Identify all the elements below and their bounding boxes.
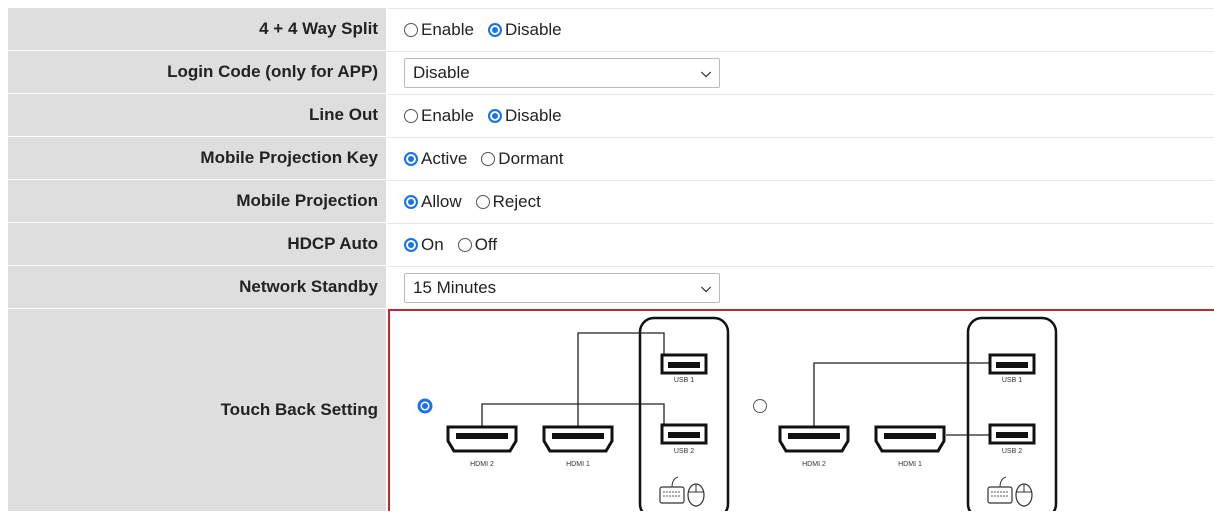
radio-mpkey-active[interactable]: Active <box>404 149 467 169</box>
value-touch: HDMI 2 HDMI 1 USB 1 USB 2 HDMI 2 HDMI 1 … <box>388 309 1214 511</box>
label-login: Login Code (only for APP) <box>8 51 388 93</box>
radio-circle[interactable] <box>475 194 490 209</box>
mouse-icon <box>687 483 705 507</box>
hdmi-port-icon <box>446 425 518 453</box>
hdmi2-label: HDMI 2 <box>470 461 494 468</box>
value-hdcp: On Off <box>388 223 1214 265</box>
usb-hub-box <box>966 316 1058 511</box>
row-standby: Network Standby 15 Minutes ⌵ <box>8 266 1214 309</box>
radio-hdcp-on[interactable]: On <box>404 235 444 255</box>
hdmi-port-icon <box>874 425 946 453</box>
row-hdcp: HDCP Auto On Off <box>8 223 1214 266</box>
radio-circle[interactable] <box>404 194 418 209</box>
label-touch: Touch Back Setting <box>8 309 388 511</box>
radio-circle[interactable] <box>404 237 418 252</box>
radio-split-disable[interactable]: Disable <box>487 19 562 40</box>
value-lineout: Enable Disable <box>388 94 1214 136</box>
value-mpkey: Active Dormant <box>388 137 1214 179</box>
usb-hub-box <box>638 316 730 511</box>
radio-label: Enable <box>421 105 474 125</box>
radio-circle[interactable] <box>404 22 418 37</box>
radio-label: Disable <box>504 105 562 125</box>
select-value: 15 Minutes <box>413 277 497 297</box>
usb-port-icon <box>988 423 1036 445</box>
radio-circle[interactable] <box>404 108 418 123</box>
usb-port-icon <box>660 353 708 375</box>
label-standby: Network Standby <box>8 266 388 308</box>
label-lineout: Line Out <box>8 94 388 136</box>
radio-label: Disable <box>504 19 562 39</box>
login-code-select[interactable]: Disable ⌵ <box>404 57 720 88</box>
radio-lineout-enable[interactable]: Enable <box>404 106 474 126</box>
label-mproj: Mobile Projection <box>8 180 388 222</box>
row-lineout: Line Out Enable Disable <box>8 94 1214 137</box>
radio-circle[interactable] <box>404 151 418 166</box>
radio-label: Allow <box>421 191 462 211</box>
usb1-label: USB 1 <box>1002 377 1022 384</box>
chevron-down-icon: ⌵ <box>701 64 711 80</box>
hdmi1-label: HDMI 1 <box>898 461 922 468</box>
radio-circle[interactable] <box>481 151 496 166</box>
hdmi-port-icon <box>778 425 850 453</box>
value-standby: 15 Minutes ⌵ <box>388 266 1214 308</box>
radio-label: Off <box>474 234 498 254</box>
radio-mpkey-dormant[interactable]: Dormant <box>481 149 563 169</box>
value-login: Disable ⌵ <box>388 51 1214 93</box>
radio-label: On <box>421 234 444 254</box>
label-split: 4 + 4 Way Split <box>8 8 388 50</box>
radio-hdcp-off[interactable]: Off <box>457 234 498 255</box>
radio-touch-option1[interactable] <box>417 398 433 414</box>
radio-touch-option2[interactable] <box>753 399 767 413</box>
radio-label: Dormant <box>498 148 564 168</box>
radio-circle[interactable] <box>487 108 502 123</box>
keyboard-icon <box>659 476 685 504</box>
settings-table: 4 + 4 Way Split Enable Disable Login Cod… <box>8 8 1214 512</box>
network-standby-select[interactable]: 15 Minutes ⌵ <box>404 272 720 303</box>
radio-split-enable[interactable]: Enable <box>404 20 474 40</box>
hdmi2-label: HDMI 2 <box>802 461 826 468</box>
row-split: 4 + 4 Way Split Enable Disable <box>8 8 1214 51</box>
usb2-label: USB 2 <box>1002 448 1022 455</box>
radio-label: Active <box>421 148 468 168</box>
radio-label: Enable <box>421 19 474 39</box>
select-value: Disable <box>413 62 470 82</box>
row-login: Login Code (only for APP) Disable ⌵ <box>8 51 1214 94</box>
usb2-label: USB 2 <box>674 448 694 455</box>
radio-lineout-disable[interactable]: Disable <box>487 105 562 126</box>
row-mpkey: Mobile Projection Key Active Dormant <box>8 137 1214 180</box>
radio-circle[interactable] <box>487 22 502 37</box>
value-split: Enable Disable <box>388 8 1214 50</box>
keyboard-icon <box>987 476 1013 504</box>
usb1-label: USB 1 <box>674 377 694 384</box>
touch-back-diagram: HDMI 2 HDMI 1 USB 1 USB 2 HDMI 2 HDMI 1 … <box>417 316 1058 511</box>
row-touch: Touch Back Setting HDMI 2 HDMI 1 USB 1 U… <box>8 309 1214 512</box>
hdmi1-label: HDMI 1 <box>566 461 590 468</box>
label-mpkey: Mobile Projection Key <box>8 137 388 179</box>
radio-circle[interactable] <box>457 237 472 252</box>
usb-port-icon <box>988 353 1036 375</box>
radio-label: Reject <box>492 191 541 211</box>
mouse-icon <box>1015 483 1033 507</box>
row-mproj: Mobile Projection Allow Reject <box>8 180 1214 223</box>
value-mproj: Allow Reject <box>388 180 1214 222</box>
chevron-down-icon: ⌵ <box>701 279 711 295</box>
radio-mproj-allow[interactable]: Allow <box>404 192 462 212</box>
hdmi-port-icon <box>542 425 614 453</box>
label-hdcp: HDCP Auto <box>8 223 388 265</box>
radio-mproj-reject[interactable]: Reject <box>475 191 541 212</box>
usb-port-icon <box>660 423 708 445</box>
